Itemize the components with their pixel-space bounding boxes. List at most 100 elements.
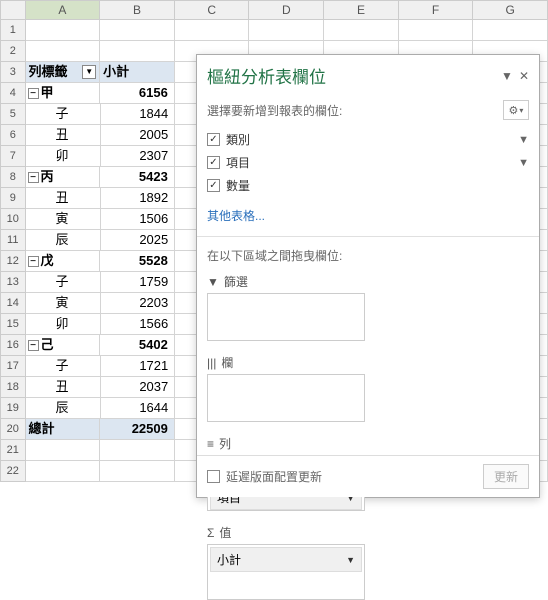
row-header[interactable]: 22: [0, 461, 26, 482]
pivot-group[interactable]: −戊: [26, 251, 101, 272]
field-filter-icon[interactable]: ▼: [518, 157, 529, 169]
panel-menu-icon[interactable]: ▼: [501, 69, 513, 83]
pivot-value[interactable]: 2203: [101, 293, 176, 314]
cell[interactable]: [100, 440, 175, 461]
row-header[interactable]: 15: [0, 314, 26, 335]
row-header[interactable]: 6: [0, 125, 26, 146]
row-header[interactable]: 12: [0, 251, 26, 272]
field-checkbox[interactable]: ✓: [207, 179, 220, 192]
row-header[interactable]: 21: [0, 440, 26, 461]
panel-subtitle: 選擇要新增到報表的欄位:: [207, 102, 342, 119]
row-header[interactable]: 18: [0, 377, 26, 398]
panel-settings-button[interactable]: ⚙▾: [503, 100, 529, 120]
cell[interactable]: [100, 461, 175, 482]
field-item[interactable]: ✓項目▼: [207, 151, 529, 174]
cell[interactable]: [399, 20, 474, 41]
row-header[interactable]: 14: [0, 293, 26, 314]
pivot-value[interactable]: 1721: [101, 356, 176, 377]
filter-drop-area[interactable]: [207, 293, 365, 341]
row-header[interactable]: 7: [0, 146, 26, 167]
cell[interactable]: [100, 20, 175, 41]
pivot-value[interactable]: 2307: [101, 146, 176, 167]
pivot-value[interactable]: 1892: [101, 188, 176, 209]
pivot-item[interactable]: 寅: [26, 293, 101, 314]
row-header[interactable]: 4: [0, 83, 26, 104]
row-header[interactable]: 3: [0, 62, 26, 83]
row-header[interactable]: 19: [0, 398, 26, 419]
cell[interactable]: [175, 20, 250, 41]
column-header-B[interactable]: B: [100, 0, 175, 20]
pivot-item[interactable]: 辰: [26, 398, 101, 419]
cell[interactable]: [324, 20, 399, 41]
pivot-item[interactable]: 子: [26, 272, 101, 293]
pivot-value[interactable]: 2037: [101, 377, 176, 398]
row-header[interactable]: 9: [0, 188, 26, 209]
other-tables-link[interactable]: 其他表格...: [197, 201, 539, 230]
columns-drop-area[interactable]: [207, 374, 365, 422]
pivot-value[interactable]: 2025: [101, 230, 176, 251]
pivot-group-subtotal[interactable]: 5528: [100, 251, 175, 272]
pivot-item[interactable]: 卯: [26, 146, 101, 167]
pivot-row-labels-header[interactable]: 列標籤▼: [26, 62, 101, 83]
pivot-item[interactable]: 辰: [26, 230, 101, 251]
row-header[interactable]: 13: [0, 272, 26, 293]
pivot-item[interactable]: 丑: [26, 125, 101, 146]
row-header[interactable]: 2: [0, 41, 26, 62]
field-checkbox[interactable]: ✓: [207, 156, 220, 169]
field-checkbox[interactable]: ✓: [207, 133, 220, 146]
defer-update-label: 延遲版面配置更新: [226, 468, 322, 485]
field-filter-icon[interactable]: ▼: [518, 134, 529, 146]
pivot-value[interactable]: 1759: [101, 272, 176, 293]
update-button[interactable]: 更新: [483, 464, 529, 489]
pivot-subtotal-header[interactable]: 小計: [100, 62, 175, 83]
column-header-F[interactable]: F: [399, 0, 474, 20]
column-header-A[interactable]: A: [26, 0, 101, 20]
row-header[interactable]: 11: [0, 230, 26, 251]
pivot-value[interactable]: 2005: [101, 125, 176, 146]
pivot-value[interactable]: 1506: [101, 209, 176, 230]
pivot-value[interactable]: 1644: [101, 398, 176, 419]
values-drop-area[interactable]: 小計▼: [207, 544, 365, 600]
column-header-G[interactable]: G: [473, 0, 548, 20]
row-header[interactable]: 10: [0, 209, 26, 230]
cell[interactable]: [26, 461, 101, 482]
pivot-value[interactable]: 1566: [101, 314, 176, 335]
pivot-grand-total-value[interactable]: 22509: [100, 419, 175, 440]
pivot-item[interactable]: 卯: [26, 314, 101, 335]
pivot-item[interactable]: 子: [26, 356, 101, 377]
row-header[interactable]: 17: [0, 356, 26, 377]
pivot-group-subtotal[interactable]: 6156: [100, 83, 175, 104]
pivot-item[interactable]: 子: [26, 104, 101, 125]
pivot-group[interactable]: −甲: [26, 83, 101, 104]
cell[interactable]: [26, 41, 101, 62]
area-pill[interactable]: 小計▼: [210, 547, 362, 572]
row-header[interactable]: 5: [0, 104, 26, 125]
field-item[interactable]: ✓數量: [207, 174, 529, 197]
select-all-corner[interactable]: [0, 0, 26, 20]
row-header[interactable]: 1: [0, 20, 26, 41]
column-header-E[interactable]: E: [324, 0, 399, 20]
row-header[interactable]: 8: [0, 167, 26, 188]
field-item[interactable]: ✓類別▼: [207, 128, 529, 151]
cell[interactable]: [100, 41, 175, 62]
defer-update-checkbox[interactable]: [207, 470, 220, 483]
pivot-item[interactable]: 寅: [26, 209, 101, 230]
caret-down-icon: ▼: [346, 555, 355, 565]
column-header-C[interactable]: C: [175, 0, 250, 20]
pivot-group[interactable]: −丙: [26, 167, 101, 188]
pivot-item[interactable]: 丑: [26, 188, 101, 209]
cell[interactable]: [26, 440, 101, 461]
row-header[interactable]: 20: [0, 419, 26, 440]
cell[interactable]: [249, 20, 324, 41]
pivot-group-subtotal[interactable]: 5402: [100, 335, 175, 356]
pivot-item[interactable]: 丑: [26, 377, 101, 398]
pivot-group[interactable]: −己: [26, 335, 101, 356]
cell[interactable]: [473, 20, 548, 41]
row-header[interactable]: 16: [0, 335, 26, 356]
column-header-D[interactable]: D: [249, 0, 324, 20]
pivot-grand-total-label[interactable]: 總計: [26, 419, 101, 440]
pivot-group-subtotal[interactable]: 5423: [100, 167, 175, 188]
panel-close-icon[interactable]: ✕: [519, 69, 529, 83]
cell[interactable]: [26, 20, 101, 41]
pivot-value[interactable]: 1844: [101, 104, 176, 125]
